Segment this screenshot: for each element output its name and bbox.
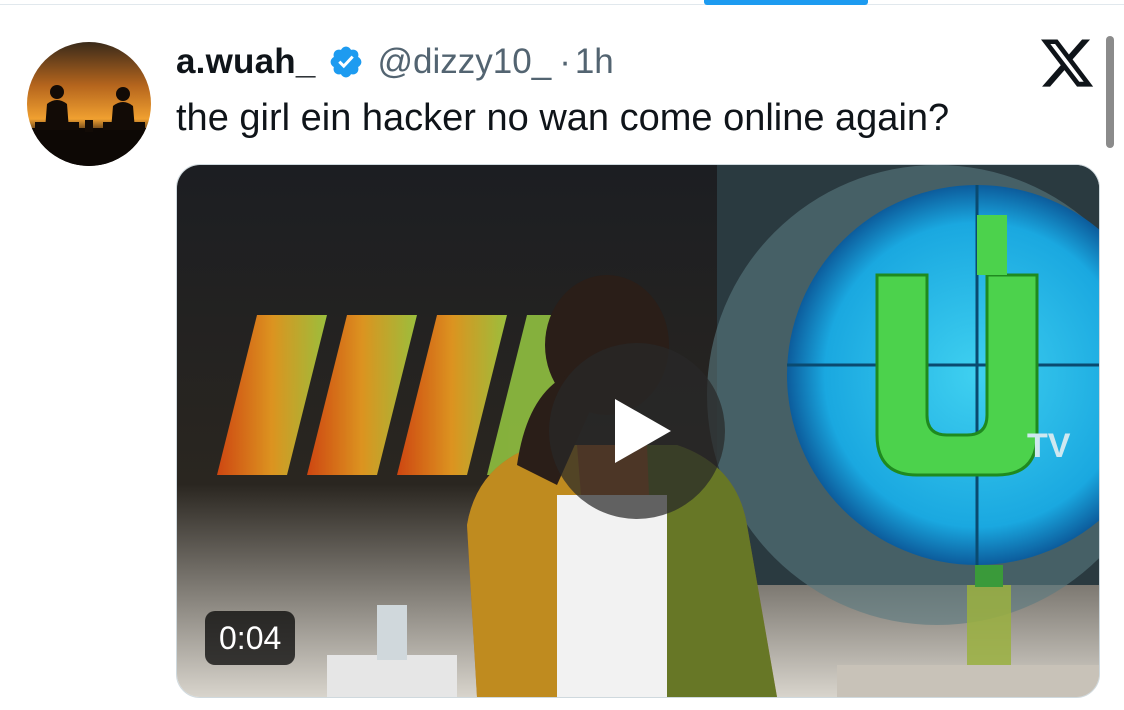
video-player[interactable]: TV 0:04: [176, 164, 1100, 698]
tweet-header: a.wuah_ @dizzy10_ · 1h: [176, 38, 614, 86]
play-icon: [615, 399, 671, 463]
display-name[interactable]: a.wuah_: [176, 42, 316, 82]
svg-text:TV: TV: [1027, 427, 1071, 465]
x-logo-icon[interactable]: [1038, 34, 1096, 92]
tweet-text: the girl ein hacker no wan come online a…: [176, 97, 950, 139]
active-tab-indicator: [704, 0, 868, 5]
top-divider: [0, 4, 1124, 5]
play-button[interactable]: [549, 343, 725, 519]
scrollbar-thumb[interactable]: [1106, 36, 1114, 148]
timestamp[interactable]: 1h: [575, 42, 614, 82]
user-handle[interactable]: @dizzy10_: [378, 42, 552, 82]
avatar[interactable]: [27, 42, 151, 166]
verified-badge-icon[interactable]: [328, 44, 364, 80]
separator-dot: ·: [559, 42, 571, 81]
video-duration: 0:04: [205, 611, 296, 665]
